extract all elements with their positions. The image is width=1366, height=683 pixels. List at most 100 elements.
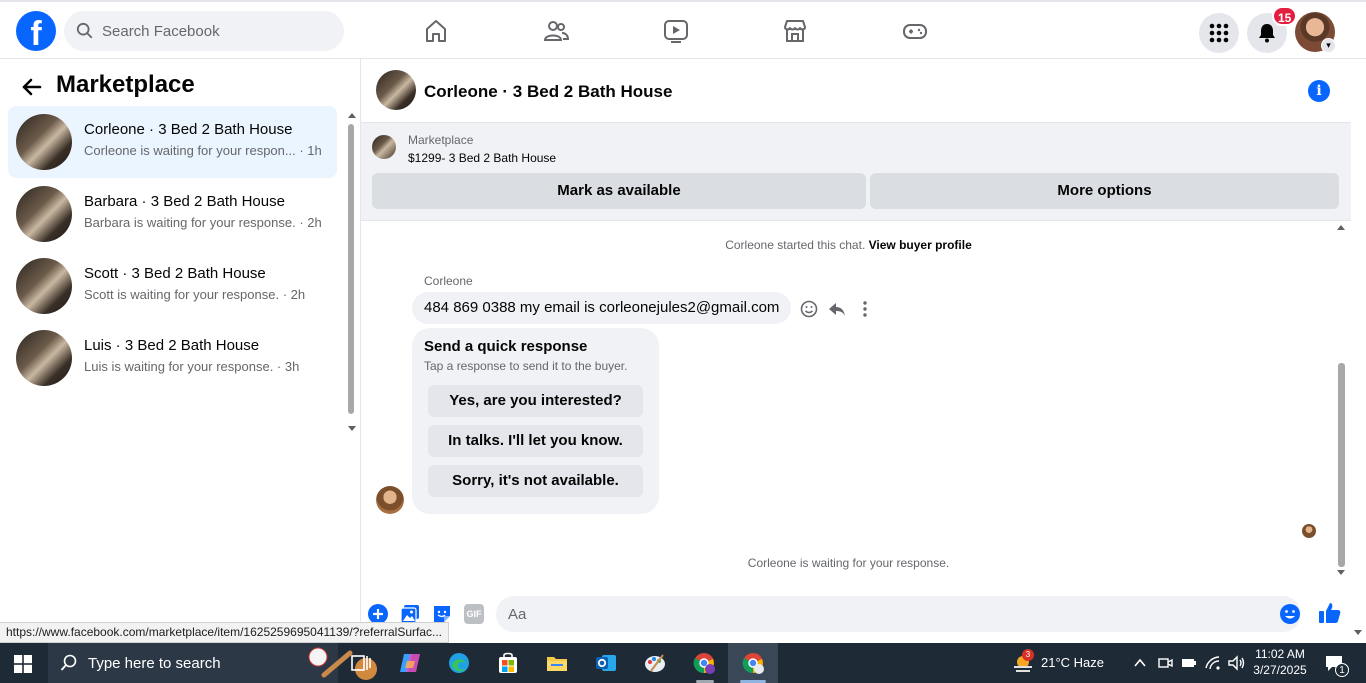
conversation-preview: Luis is waiting for your response. · 3h bbox=[84, 359, 300, 374]
plus-circle-icon[interactable] bbox=[368, 604, 388, 624]
listing-banner: Marketplace $1299- 3 Bed 2 Bath House Ma… bbox=[361, 123, 1351, 221]
windows-taskbar: Type here to search 3 21°C Haze 11:02 AM… bbox=[0, 643, 1366, 683]
search-box[interactable] bbox=[64, 11, 344, 51]
battery-icon[interactable] bbox=[1181, 655, 1197, 671]
notification-center-count: 1 bbox=[1335, 663, 1349, 677]
listing-thumbnail[interactable] bbox=[372, 135, 396, 159]
video-icon[interactable] bbox=[663, 18, 689, 44]
task-view-icon[interactable] bbox=[349, 651, 373, 675]
seen-indicator-avatar bbox=[1302, 524, 1316, 538]
info-icon[interactable]: i bbox=[1308, 80, 1330, 102]
chat-started-text: Corleone started this chat. bbox=[725, 238, 866, 252]
chat-title[interactable]: Corleone · 3 Bed 2 Bath House bbox=[424, 82, 672, 102]
outlook-icon[interactable] bbox=[594, 651, 618, 675]
conversation-title: Scott · 3 Bed 2 Bath House bbox=[84, 265, 266, 282]
buyer-avatar[interactable] bbox=[376, 486, 404, 514]
windows-start-icon[interactable] bbox=[14, 655, 32, 673]
conversation-item-barbara[interactable]: Barbara · 3 Bed 2 Bath House Barbara is … bbox=[8, 178, 337, 250]
chrome-icon bbox=[742, 653, 764, 674]
clock-date: 3/27/2025 bbox=[1253, 663, 1307, 677]
home-icon[interactable] bbox=[423, 18, 449, 44]
conversation-item-luis[interactable]: Luis · 3 Bed 2 Bath House Luis is waitin… bbox=[8, 322, 337, 394]
chrome-active-window[interactable] bbox=[728, 643, 778, 683]
gaming-icon[interactable] bbox=[902, 18, 928, 44]
sidebar-scrollbar-thumb[interactable] bbox=[348, 124, 354, 414]
chevron-up-icon[interactable] bbox=[1133, 657, 1147, 669]
page-scrollbar-track bbox=[1351, 59, 1366, 643]
mark-as-available-button[interactable]: Mark as available bbox=[372, 173, 866, 209]
more-options-icon[interactable] bbox=[856, 300, 874, 318]
chat-header: Corleone · 3 Bed 2 Bath House i bbox=[361, 59, 1351, 123]
listing-thumbnail bbox=[16, 258, 72, 314]
clock-time: 11:02 AM bbox=[1255, 647, 1305, 661]
page-scroll-down-arrow[interactable] bbox=[1354, 630, 1362, 635]
quick-reply-in-talks[interactable]: In talks. I'll let you know. bbox=[428, 425, 643, 457]
scroll-up-arrow[interactable] bbox=[348, 113, 356, 118]
friends-icon[interactable] bbox=[543, 18, 570, 44]
chat-scroll-down-arrow[interactable] bbox=[1337, 570, 1345, 575]
message-bubble[interactable]: 484 869 0388 my email is corleonejules2@… bbox=[412, 292, 792, 324]
search-icon bbox=[76, 22, 93, 39]
search-icon bbox=[60, 654, 77, 671]
react-emoji-icon[interactable] bbox=[800, 300, 818, 318]
meet-now-icon[interactable] bbox=[1157, 655, 1173, 671]
quick-reply-not-available[interactable]: Sorry, it's not available. bbox=[428, 465, 643, 497]
menu-grid-button[interactable] bbox=[1199, 13, 1239, 53]
speaker-volume-icon[interactable] bbox=[1228, 655, 1246, 671]
chat-started-notice: Corleone started this chat. View buyer p… bbox=[361, 238, 1336, 252]
waiting-notice: Corleone is waiting for your response. bbox=[747, 556, 950, 570]
weather-alert-badge: 3 bbox=[1022, 649, 1034, 661]
marketplace-inbox-sidebar: Marketplace Corleone · 3 Bed 2 Bath Hous… bbox=[0, 59, 361, 643]
conversation-title: Barbara · 3 Bed 2 Bath House bbox=[84, 193, 285, 210]
listing-thumbnail bbox=[16, 114, 72, 170]
quick-reply-interested[interactable]: Yes, are you interested? bbox=[428, 385, 643, 417]
chat-scroll-up-arrow[interactable] bbox=[1337, 225, 1345, 230]
conversation-preview: Barbara is waiting for your response. · … bbox=[84, 215, 322, 230]
facebook-logo-icon[interactable]: f bbox=[16, 11, 56, 51]
gif-icon[interactable]: GIF bbox=[464, 604, 484, 624]
top-navigation-bar: f 15 ▾ bbox=[0, 0, 1366, 59]
taskbar-search-placeholder: Type here to search bbox=[88, 654, 221, 672]
marketplace-store-icon[interactable] bbox=[782, 18, 808, 44]
microsoft-store-icon[interactable] bbox=[496, 651, 520, 675]
conversation-preview: Corleone is waiting for your respon... ·… bbox=[84, 143, 322, 158]
chevron-down-icon[interactable]: ▾ bbox=[1321, 38, 1336, 53]
paint-app-icon[interactable] bbox=[643, 651, 667, 675]
listing-thumbnail bbox=[16, 330, 72, 386]
conversation-preview: Scott is waiting for your response. · 2h bbox=[84, 287, 306, 302]
weather-text[interactable]: 21°C Haze bbox=[1041, 655, 1104, 670]
notification-count-badge: 15 bbox=[1272, 6, 1298, 26]
quick-response-title: Send a quick response bbox=[424, 338, 588, 355]
taskbar-search-box[interactable]: Type here to search bbox=[48, 643, 377, 683]
photo-icon[interactable] bbox=[400, 604, 420, 624]
listing-price-title[interactable]: $1299- 3 Bed 2 Bath House bbox=[408, 151, 556, 165]
listing-source: Marketplace bbox=[408, 133, 474, 147]
more-options-button[interactable]: More options bbox=[870, 173, 1339, 209]
listing-thumbnail bbox=[16, 186, 72, 242]
message-thread: Corleone started this chat. View buyer p… bbox=[361, 221, 1336, 591]
message-composer: GIF bbox=[361, 591, 1351, 643]
emoji-icon[interactable] bbox=[1279, 603, 1301, 625]
file-explorer-icon[interactable] bbox=[545, 651, 569, 675]
system-clock[interactable]: 11:02 AM 3/27/2025 bbox=[1250, 646, 1310, 678]
wifi-icon[interactable] bbox=[1205, 655, 1221, 671]
page-title: Marketplace bbox=[56, 71, 195, 98]
conversation-item-scott[interactable]: Scott · 3 Bed 2 Bath House Scott is wait… bbox=[8, 250, 337, 322]
conversation-item-corleone[interactable]: Corleone · 3 Bed 2 Bath House Corleone i… bbox=[8, 106, 337, 178]
like-thumb-icon[interactable] bbox=[1318, 601, 1342, 625]
chat-scrollbar-thumb[interactable] bbox=[1338, 363, 1345, 567]
sender-name: Corleone bbox=[424, 274, 473, 288]
scroll-down-arrow[interactable] bbox=[348, 426, 356, 431]
chrome-profile-h-icon[interactable] bbox=[692, 651, 716, 675]
message-input[interactable] bbox=[496, 596, 1301, 632]
reply-icon[interactable] bbox=[828, 300, 846, 318]
quick-response-subtitle: Tap a response to send it to the buyer. bbox=[424, 359, 628, 373]
copilot-icon[interactable] bbox=[398, 651, 422, 675]
view-buyer-profile-link[interactable]: View buyer profile bbox=[869, 238, 972, 252]
chat-listing-avatar[interactable] bbox=[376, 70, 416, 110]
sticker-icon[interactable] bbox=[432, 604, 452, 624]
back-arrow-icon[interactable] bbox=[20, 75, 44, 99]
search-input[interactable] bbox=[102, 22, 322, 40]
conversation-title: Luis · 3 Bed 2 Bath House bbox=[84, 337, 260, 354]
edge-browser-icon[interactable] bbox=[447, 651, 471, 675]
